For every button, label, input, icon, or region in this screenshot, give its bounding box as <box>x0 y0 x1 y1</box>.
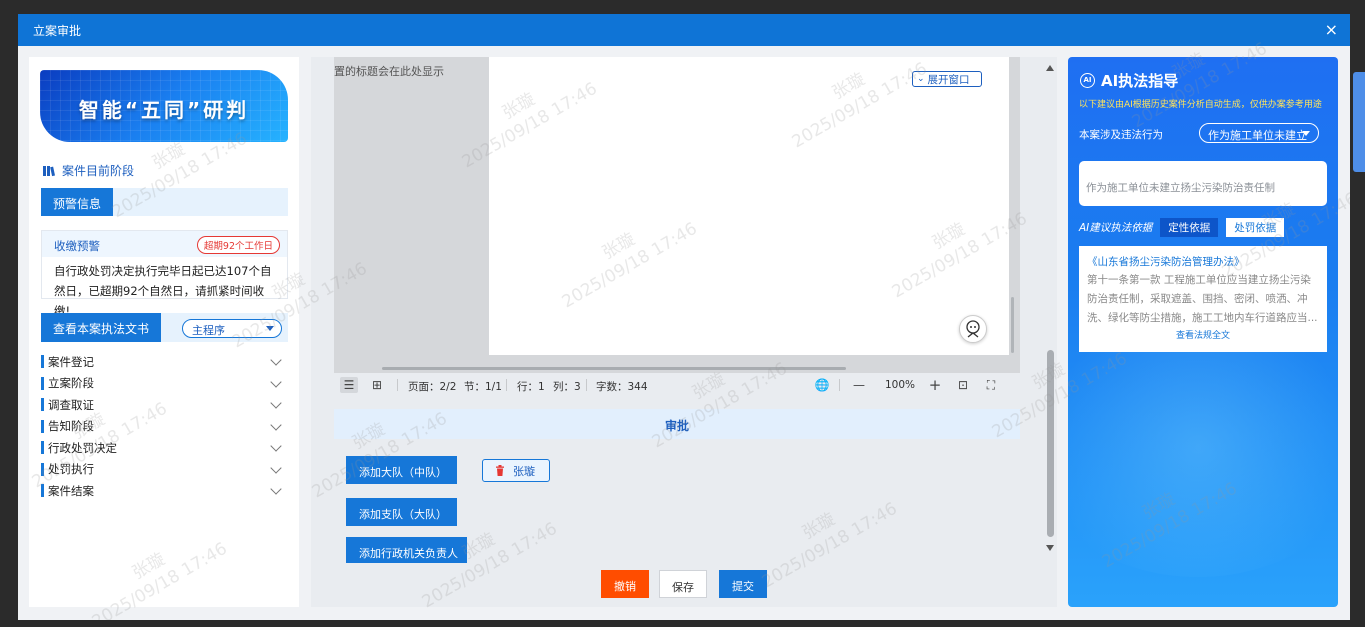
stage-title: 案件目前阶段 <box>62 164 135 178</box>
scroll-up-icon[interactable] <box>1046 65 1054 71</box>
docs-select[interactable]: 主程序 <box>182 319 282 338</box>
row-indicator: 行：1 <box>517 381 545 393</box>
list-view-icon[interactable]: ☰ <box>340 377 358 393</box>
book-icon <box>43 165 55 176</box>
chevron-down-icon <box>270 354 282 366</box>
globe-icon[interactable]: 🌐 <box>813 377 831 393</box>
menu-item[interactable]: 行政处罚决定 <box>41 437 288 459</box>
zoom-level: 100% <box>885 379 916 391</box>
docs-tab[interactable]: 查看本案执法文书 <box>41 313 162 342</box>
trash-icon[interactable] <box>495 465 505 476</box>
behavior-text: 作为施工单位未建立扬尘污染防治责任制 <box>1079 161 1327 206</box>
tab-punish-basis[interactable]: 处罚依据 <box>1226 218 1285 237</box>
title-hint: 置的标题会在此处显示 <box>334 65 444 78</box>
footer-actions: 撤销 保存 提交 <box>311 563 1057 607</box>
assistant-robot-icon[interactable] <box>959 315 987 343</box>
col-indicator: 列：3 <box>553 381 581 393</box>
document-area: 置的标题会在此处显示 ⌄ 展开窗口 <box>334 57 1020 373</box>
law-card: 《山东省扬尘污染防治管理办法》 第十一条第一款 工程施工单位应当建立扬尘污染防治… <box>1079 246 1327 352</box>
doc-horizontal-scrollbar[interactable] <box>382 367 846 370</box>
title-bar: 立案审批 × <box>18 14 1350 46</box>
docs-section-header: 查看本案执法文书 主程序 <box>41 313 288 342</box>
approver-chip[interactable]: 张璇 <box>482 459 550 482</box>
ai-guidance-panel: AI AI执法指导 以下建议由AI根据历史案件分析自动生成，仅供办案参考用途 本… <box>1068 57 1338 607</box>
chevron-down-icon <box>270 375 282 388</box>
window-title: 立案审批 <box>33 24 82 38</box>
document-page[interactable] <box>489 57 1009 355</box>
add-brigade-button[interactable]: 添加支队（大队） <box>346 498 457 526</box>
warning-content: 自行政处罚决定执行完毕日起已达107个自然日，已超期92个自然日，请抓紧时间收缴… <box>54 264 272 318</box>
warning-card: 收缴预警 超期92个工作日 自行政处罚决定执行完毕日起已达107个自然日，已超期… <box>41 230 288 318</box>
chevron-down-icon <box>270 418 282 431</box>
add-leader-button[interactable]: 添加行政机关负责人 <box>346 537 467 563</box>
section-indicator: 节：1/1 <box>464 381 502 393</box>
approval-header: 审批 <box>334 409 1020 439</box>
expand-window-button[interactable]: ⌄ 展开窗口 <box>912 71 982 87</box>
stage-header: 案件目前阶段 <box>43 162 134 179</box>
chevron-down-icon <box>270 440 282 452</box>
behavior-label: 本案涉及违法行为 <box>1079 129 1163 141</box>
scroll-thumb[interactable] <box>1047 350 1054 537</box>
chevron-down-icon <box>270 461 282 474</box>
behavior-select[interactable]: 作为施工单位未建立 <box>1199 123 1319 143</box>
approver-name: 张璇 <box>513 464 535 478</box>
warning-section-header: 预警信息 <box>41 188 288 216</box>
overdue-badge: 超期92个工作日 <box>196 236 280 254</box>
save-button[interactable]: 保存 <box>659 570 707 598</box>
dialog-window: 立案审批 × 智能“五同”研判 案件目前阶段 预警信息 收缴预警 超期92个工作… <box>18 14 1350 620</box>
caret-down-icon <box>1302 131 1310 136</box>
page-layout-icon[interactable]: ⊞ <box>368 377 386 393</box>
chevron-down-icon <box>270 483 282 495</box>
fullscreen-icon[interactable]: ⛶ <box>982 377 1000 393</box>
warning-section-title: 预警信息 <box>41 188 114 216</box>
law-title[interactable]: 《山东省扬尘污染防治管理办法》 <box>1087 254 1319 269</box>
tab-define-basis[interactable]: 定性依据 <box>1160 218 1219 237</box>
left-panel: 智能“五同”研判 案件目前阶段 预警信息 收缴预警 超期92个工作日 自行政处罚… <box>29 57 299 607</box>
stage-menu: 案件登记 立案阶段 调查取证 告知阶段 行政处罚决定 处罚执行 案件结案 <box>41 351 288 502</box>
center-panel: 置的标题会在此处显示 ⌄ 展开窗口 ☰ ⊞ 页面：2/2 节：1/1 行：1 列… <box>311 57 1057 607</box>
view-law-link[interactable]: 查看法规全文 <box>1087 328 1319 341</box>
close-icon[interactable]: × <box>1325 20 1338 39</box>
ai-panel-title: AI AI执法指导 <box>1080 70 1178 91</box>
word-count: 字数：344 <box>596 381 648 393</box>
basis-label: AI建议执法依据 <box>1079 222 1153 234</box>
warning-label: 收缴预警 <box>54 239 100 253</box>
double-chevron-icon: ⌄ <box>917 74 925 84</box>
banner: 智能“五同”研判 <box>40 70 288 142</box>
main-vertical-scrollbar[interactable] <box>1044 57 1057 557</box>
editor-status-bar: ☰ ⊞ 页面：2/2 节：1/1 行：1 列：3 字数：344 🌐 — 100%… <box>334 374 1020 396</box>
law-content: 第十一条第一款 工程施工单位应当建立扬尘污染防治责任制，采取遮盖、围挡、密闭、喷… <box>1087 274 1318 324</box>
menu-item[interactable]: 案件结案 <box>41 480 288 502</box>
ai-badge-icon: AI <box>1080 73 1095 88</box>
banner-title: 智能“五同”研判 <box>78 98 250 122</box>
caret-down-icon <box>266 326 274 331</box>
zoom-out-button[interactable]: — <box>850 377 868 393</box>
menu-item[interactable]: 案件登记 <box>41 351 288 373</box>
add-squadron-button[interactable]: 添加大队（中队） <box>346 456 457 484</box>
menu-item[interactable]: 立案阶段 <box>41 373 288 395</box>
page-indicator: 页面：2/2 <box>408 381 457 393</box>
submit-button[interactable]: 提交 <box>719 570 767 598</box>
scroll-down-icon[interactable] <box>1046 545 1054 551</box>
docs-select-value: 主程序 <box>192 324 225 337</box>
zoom-in-button[interactable]: + <box>926 376 944 394</box>
side-handle[interactable] <box>1353 72 1365 172</box>
basis-row: AI建议执法依据 定性依据 处罚依据 <box>1079 218 1285 237</box>
cancel-button[interactable]: 撤销 <box>601 570 649 598</box>
doc-vertical-scrollbar[interactable] <box>1011 297 1014 353</box>
menu-item[interactable]: 告知阶段 <box>41 416 288 438</box>
menu-item[interactable]: 处罚执行 <box>41 459 288 481</box>
chevron-down-icon <box>270 397 282 409</box>
fit-page-icon[interactable]: ⊡ <box>954 377 972 393</box>
menu-item[interactable]: 调查取证 <box>41 394 288 416</box>
ai-subtitle: 以下建议由AI根据历史案件分析自动生成，仅供办案参考用途 <box>1079 100 1322 110</box>
